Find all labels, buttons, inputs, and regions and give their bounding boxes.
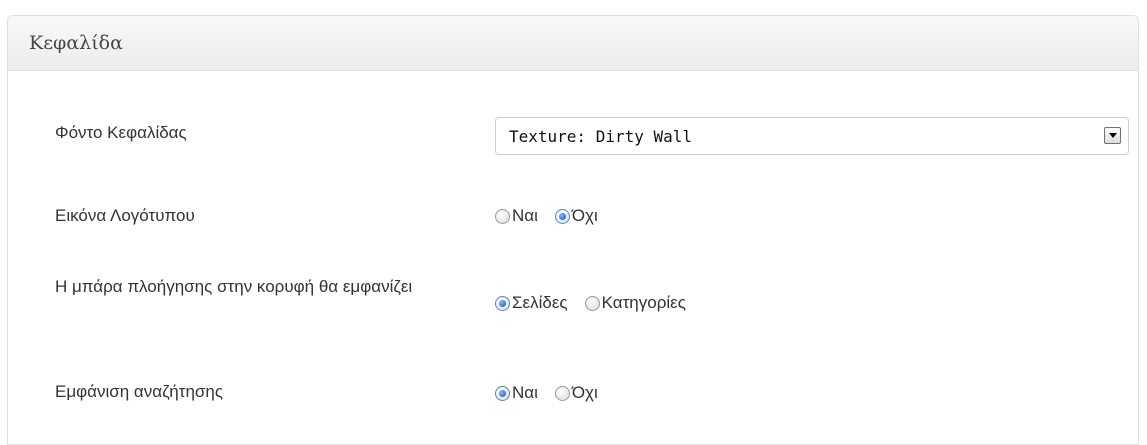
nav-bar-label: Η μπάρα πλοήγησης στην κορυφή θα εμφανίζ… <box>55 277 413 296</box>
show-search-no-label: Όχι <box>571 383 598 402</box>
panel-title: Κεφαλίδα <box>8 16 1138 71</box>
dropdown-arrow-icon[interactable] <box>1104 127 1121 144</box>
header-background-select[interactable]: Texture: Dirty Wall <box>495 117 1129 155</box>
header-background-value: Texture: Dirty Wall <box>509 126 693 146</box>
nav-bar-pages-option[interactable]: Σελίδες <box>495 293 568 313</box>
logo-image-no-radio[interactable] <box>554 208 570 224</box>
logo-image-yes-label: Ναι <box>512 206 538 225</box>
nav-bar-pages-radio[interactable] <box>495 295 510 311</box>
logo-image-label: Εικόνα Λογότυπου <box>55 206 195 225</box>
logo-image-no-label: Όχι <box>571 206 598 225</box>
nav-bar-categories-label: Κατηγορίες <box>601 293 686 312</box>
show-search-label: Εμφάνιση αναζήτησης <box>55 382 224 401</box>
logo-image-no-option[interactable]: Όχι <box>554 206 598 226</box>
show-search-yes-radio[interactable] <box>495 385 510 401</box>
show-search-yes-option[interactable]: Ναι <box>495 383 538 403</box>
show-search-no-option[interactable]: Όχι <box>554 383 598 403</box>
header-background-label: Φόντο Κεφαλίδας <box>55 123 187 142</box>
nav-bar-categories-option[interactable]: Κατηγορίες <box>584 293 686 313</box>
nav-bar-categories-radio[interactable] <box>584 295 600 311</box>
header-settings-panel: Κεφαλίδα Φόντο Κεφαλίδας Texture: Dirty … <box>7 15 1139 445</box>
show-search-no-radio[interactable] <box>554 385 570 401</box>
nav-bar-pages-label: Σελίδες <box>512 293 568 312</box>
show-search-yes-label: Ναι <box>512 383 538 402</box>
logo-image-yes-option[interactable]: Ναι <box>495 206 538 226</box>
logo-image-yes-radio[interactable] <box>495 208 510 224</box>
